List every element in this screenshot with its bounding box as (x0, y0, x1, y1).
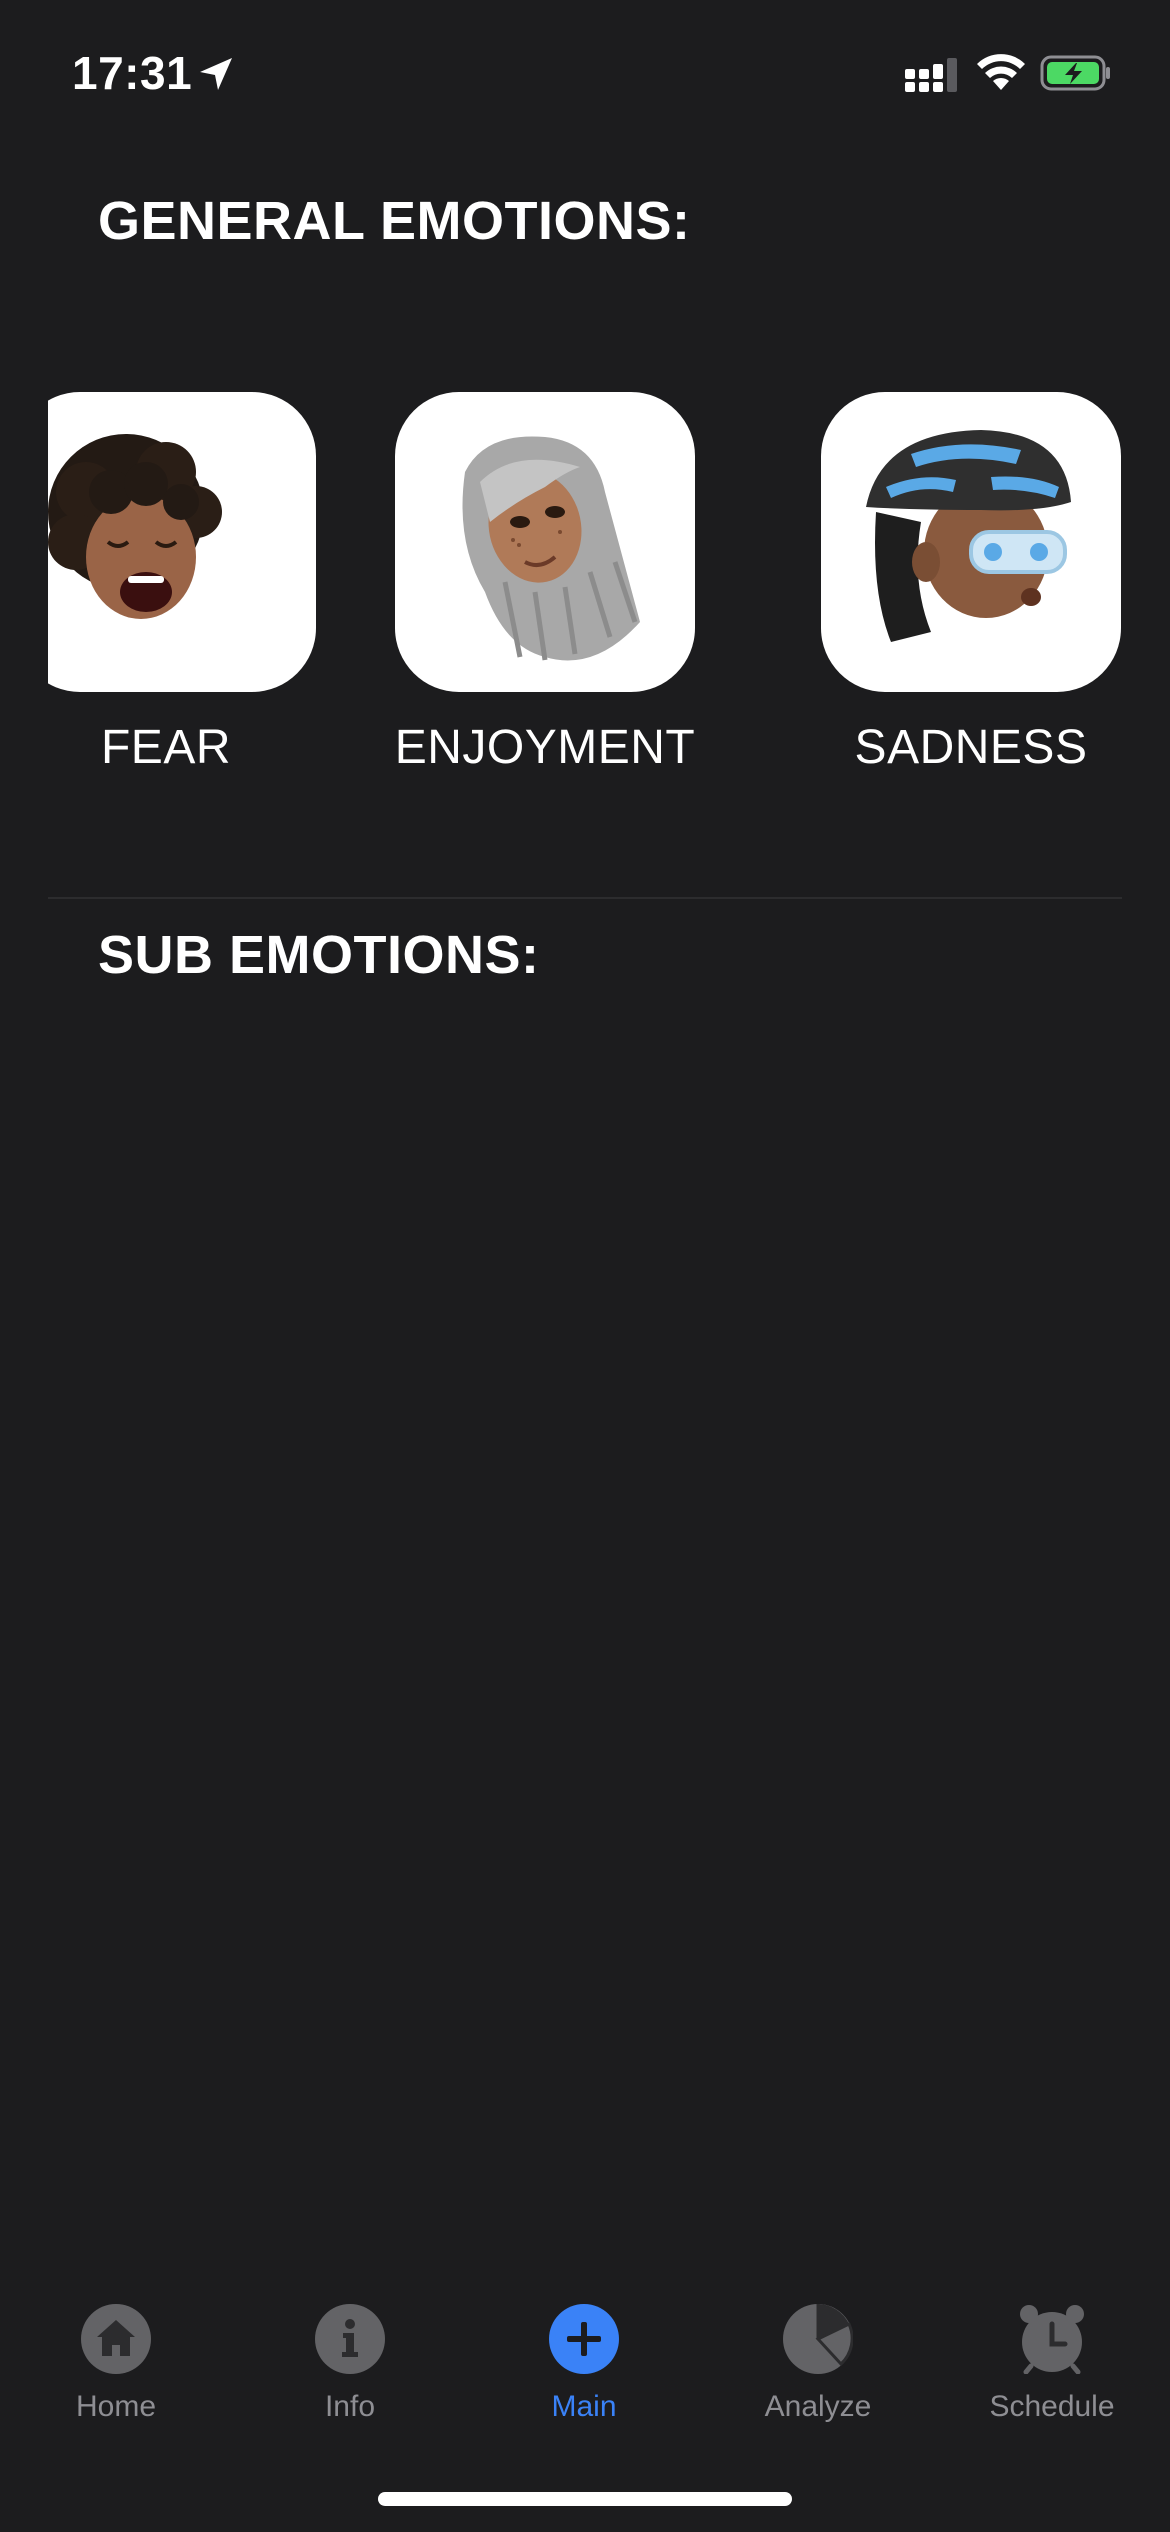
emotion-label: FEAR (100, 721, 231, 774)
tab-label: Main (551, 2390, 617, 2423)
tab-label: Analyze (764, 2390, 872, 2423)
battery-charging-icon (1040, 55, 1110, 91)
section-divider (48, 897, 1122, 899)
emotion-card-fear[interactable]: FEAR (48, 392, 316, 782)
info-icon (315, 2304, 385, 2374)
general-emotions-title: GENERAL EMOTIONS: (98, 191, 691, 251)
tab-home[interactable]: Home (16, 2290, 216, 2430)
memoji-screaming-avatar (48, 434, 222, 619)
pie-chart-icon (783, 2304, 853, 2374)
memoji-smiling-avatar (462, 436, 640, 661)
location-arrow-icon (200, 58, 232, 90)
house-icon (81, 2304, 151, 2374)
tab-label: Schedule (989, 2390, 1115, 2423)
status-time: 17:31 (72, 47, 193, 99)
home-indicator[interactable] (378, 2492, 792, 2506)
emotion-tile[interactable] (821, 392, 1121, 692)
tab-label: Home (75, 2390, 157, 2423)
emotion-label: SADNESS (854, 721, 1088, 774)
tab-main[interactable]: Main (484, 2290, 684, 2430)
tab-analyze[interactable]: Analyze (718, 2290, 918, 2430)
plus-icon (549, 2304, 619, 2374)
wifi-icon (977, 54, 1025, 90)
sub-emotions-title: SUB EMOTIONS: (98, 925, 540, 985)
emotion-tile[interactable] (48, 392, 316, 692)
tab-label: Info (324, 2390, 376, 2423)
tab-info[interactable]: Info (250, 2290, 450, 2430)
status-bar: 17:31 (0, 0, 1170, 150)
emotion-label: ENJOYMENT (394, 721, 696, 774)
emotion-card-sadness[interactable]: SADNESS (821, 392, 1121, 782)
alarm-clock-icon (1020, 2305, 1084, 2374)
tab-schedule[interactable]: Schedule (952, 2290, 1152, 2430)
memoji-helmet-avatar (866, 430, 1071, 642)
emotion-card-enjoyment[interactable]: ENJOYMENT (395, 392, 695, 782)
cellular-signal-icon (905, 58, 957, 92)
emotion-carousel[interactable]: FEAR ENJOYMENT SADNESS (48, 392, 1122, 792)
emotion-tile[interactable] (395, 392, 695, 692)
